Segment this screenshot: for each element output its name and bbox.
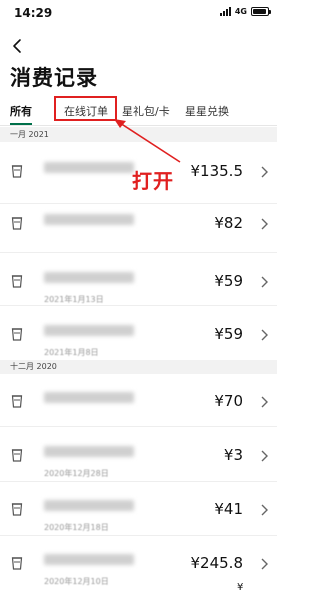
item-amount: ¥41 (214, 500, 243, 518)
battery-icon (251, 7, 271, 16)
signal-icon (219, 7, 231, 16)
list-item[interactable]: 2020年12月28日 ¥3 (0, 426, 277, 488)
tab-all[interactable]: 所有 (10, 103, 32, 119)
item-amount: ¥59 (214, 272, 243, 290)
cup-icon (11, 165, 23, 178)
chevron-right-icon (261, 218, 268, 230)
item-amount: ¥59 (214, 325, 243, 343)
chevron-right-icon (261, 504, 268, 516)
list-item[interactable]: ¥82 (0, 194, 277, 256)
tab-star-redemption[interactable]: 星星兑换 (185, 103, 229, 119)
status-bar: 14:29 4G (0, 0, 277, 26)
item-title-blurred (44, 214, 134, 225)
item-title-blurred (44, 446, 134, 457)
cup-icon (11, 449, 23, 462)
item-date: 2020年12月28日 (44, 469, 109, 478)
cup-icon (11, 275, 23, 288)
item-amount: ¥70 (214, 392, 243, 410)
tab-gift-cards[interactable]: 星礼包/卡 (122, 103, 170, 119)
chevron-right-icon (261, 329, 268, 341)
chevron-right-icon (261, 558, 268, 570)
battery-level (253, 9, 266, 14)
chevron-right-icon (261, 166, 268, 178)
tab-bar: 所有 在线订单 星礼包/卡 星星兑换 (0, 96, 277, 126)
page-title: 消费记录 (10, 66, 98, 90)
cup-icon (11, 557, 23, 570)
item-title-blurred (44, 500, 134, 511)
chevron-right-icon (261, 450, 268, 462)
annotation-highlight-box (54, 96, 117, 121)
item-date: 2021年1月13日 (44, 295, 104, 304)
list-item[interactable]: 2021年1月8日 ¥59 (0, 305, 277, 367)
item-date: 2020年12月10日 (44, 577, 109, 586)
item-title-blurred (44, 325, 134, 336)
item-date: 2021年1月8日 (44, 348, 99, 357)
annotation-label: 打开 (132, 169, 174, 193)
item-title-blurred (44, 554, 134, 565)
cup-icon (11, 328, 23, 341)
item-amount: ¥3 (223, 446, 243, 464)
status-time: 14:29 (14, 6, 53, 20)
item-title-blurred (44, 162, 134, 173)
chevron-right-icon (261, 276, 268, 288)
cup-icon (11, 503, 23, 516)
item-amount: ¥82 (214, 214, 243, 232)
item-amount: ¥135.5 (190, 162, 244, 180)
list-item[interactable]: 2020年12月18日 ¥41 (0, 480, 277, 542)
chevron-right-icon (261, 396, 268, 408)
status-indicators: 4G (219, 7, 271, 16)
active-tab-indicator (10, 123, 32, 125)
partial-amount: ¥ (237, 582, 244, 593)
item-title-blurred (44, 272, 134, 283)
back-arrow-icon[interactable] (8, 36, 28, 56)
item-date: 2020年12月18日 (44, 523, 109, 532)
cup-icon (11, 395, 23, 408)
network-type: 4G (234, 7, 247, 16)
list-item[interactable]: 2020年12月10日 ¥245.8 (0, 534, 277, 596)
section-header-jan-2021: 一月 2021 (0, 127, 277, 142)
cup-icon (11, 217, 23, 230)
item-title-blurred (44, 392, 134, 403)
list-item[interactable]: ¥70 (0, 372, 277, 434)
item-amount: ¥245.8 (190, 554, 244, 572)
